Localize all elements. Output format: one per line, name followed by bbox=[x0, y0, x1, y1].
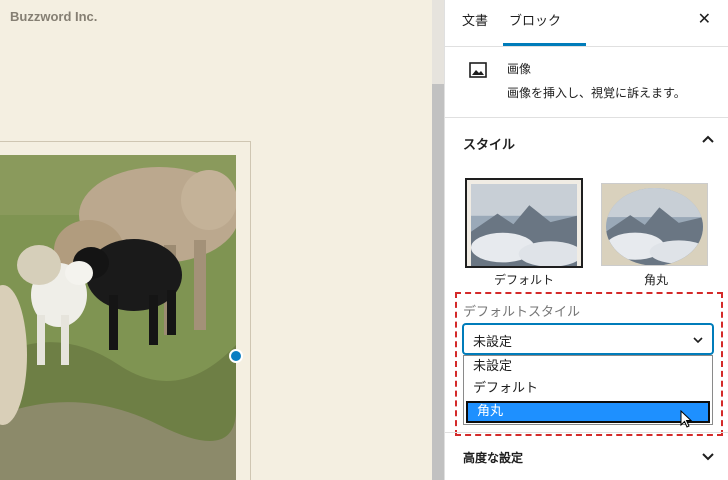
close-icon[interactable]: ✕ bbox=[698, 9, 711, 28]
editor-canvas: Buzzword Inc. bbox=[0, 0, 432, 480]
tab-block[interactable]: ブロック bbox=[509, 10, 561, 29]
style-label-rounded: 角丸 bbox=[643, 273, 668, 287]
style-preview-default bbox=[465, 178, 583, 268]
style-preview-rounded bbox=[601, 183, 708, 266]
resize-handle[interactable] bbox=[229, 349, 243, 363]
block-name: 画像 bbox=[507, 62, 532, 76]
advanced-panel-title: 高度な設定 bbox=[463, 451, 524, 465]
tab-document[interactable]: 文書 bbox=[462, 10, 488, 29]
chevron-up-icon bbox=[702, 135, 714, 143]
sheep-photo-graphic bbox=[0, 155, 236, 480]
mountain-preview-image bbox=[471, 184, 577, 266]
image-icon bbox=[469, 62, 487, 78]
block-description: 画像を挿入し、視覚に訴えます。 bbox=[507, 86, 686, 100]
advanced-panel-header[interactable]: 高度な設定 bbox=[445, 432, 728, 480]
block-card: 画像 画像を挿入し、視覚に訴えます。 bbox=[445, 46, 728, 118]
mountain-preview-image bbox=[606, 188, 703, 265]
canvas-scroll-thumb[interactable] bbox=[432, 84, 444, 480]
site-title[interactable]: Buzzword Inc. bbox=[10, 9, 97, 24]
styles-panel-title: スタイル bbox=[463, 138, 516, 153]
style-option-default[interactable]: デフォルト bbox=[465, 178, 583, 290]
annotation-highlight-box bbox=[455, 292, 723, 436]
chevron-down-icon bbox=[702, 453, 714, 461]
sidebar-tabs: 文書 ブロック ✕ bbox=[445, 0, 728, 47]
styles-panel-header[interactable]: スタイル bbox=[445, 118, 728, 166]
sheep-photo[interactable] bbox=[0, 155, 236, 480]
image-block[interactable] bbox=[0, 141, 251, 480]
style-option-rounded[interactable]: 角丸 bbox=[597, 178, 715, 290]
settings-sidebar: 文書 ブロック ✕ 画像 画像を挿入し、視覚に訴えます。 スタイル デフォルト bbox=[444, 0, 728, 480]
style-label-default: デフォルト bbox=[493, 273, 554, 287]
